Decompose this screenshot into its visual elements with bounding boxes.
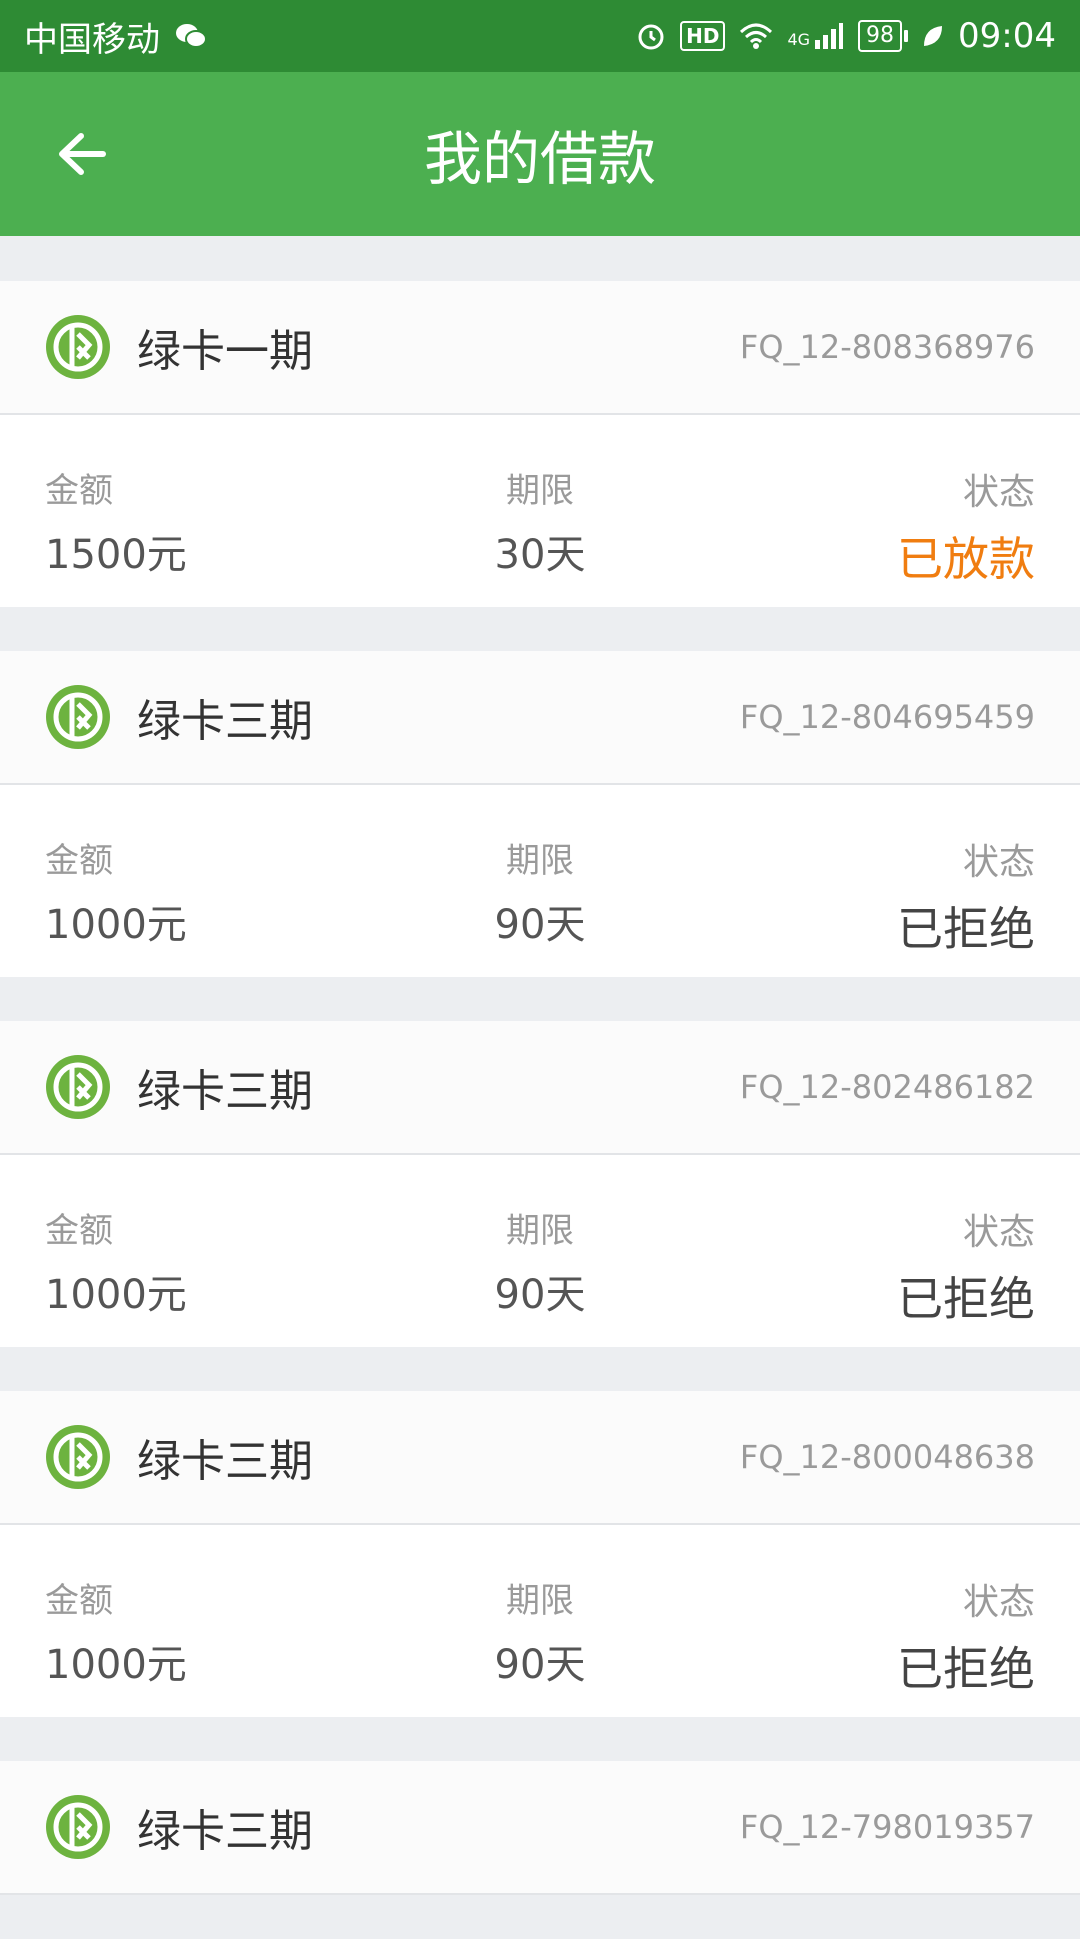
status-value: 已放款 — [897, 532, 1035, 586]
product-name: 绿卡一期 — [137, 326, 313, 377]
loan-card-header: 绿卡三期 FQ_12-800048638 — [0, 1391, 1080, 1525]
loan-id: FQ_12-800048638 — [739, 1438, 1035, 1476]
greencard-logo-icon — [46, 315, 110, 379]
loan-card[interactable]: 绿卡三期 FQ_12-804695459 金额 1000元 期限 90天 状态 已拒绝 — [0, 651, 1080, 977]
loan-id: FQ_12-804695459 — [739, 698, 1035, 736]
status-value: 已拒绝 — [897, 902, 1035, 956]
loan-card-header: 绿卡三期 FQ_12-804695459 — [0, 651, 1080, 785]
network-type: 4G — [787, 30, 811, 49]
greencard-logo-icon — [46, 1055, 110, 1119]
product-name: 绿卡三期 — [137, 1436, 313, 1487]
loan-id: FQ_12-798019357 — [739, 1808, 1035, 1846]
status-label: 状态 — [962, 1582, 1035, 1623]
leaf-icon — [922, 24, 944, 48]
signal-icon — [814, 22, 844, 50]
product-name: 绿卡三期 — [137, 1066, 313, 1117]
status-value: 已拒绝 — [897, 1272, 1035, 1326]
loan-id: FQ_12-802486182 — [739, 1068, 1035, 1106]
product-name: 绿卡三期 — [137, 696, 313, 747]
status-label: 状态 — [962, 1212, 1035, 1253]
loan-card-header: 绿卡一期 FQ_12-808368976 — [0, 281, 1080, 415]
greencard-logo-icon — [46, 1425, 110, 1489]
status-column: 状态已放款 — [897, 463, 1035, 589]
battery-icon: 98 — [858, 20, 909, 52]
loan-id: FQ_12-808368976 — [739, 328, 1035, 366]
battery-level: 98 — [858, 20, 903, 52]
wechat-icon — [174, 22, 208, 50]
loan-card-body: 金额 1000元 期限 90天 状态 已拒绝 — [0, 1525, 1080, 1717]
greencard-logo-icon — [46, 685, 110, 749]
loan-list: 绿卡一期 FQ_12-808368976 金额 1500元 期限 30天 状态 已放款 绿卡三期… — [0, 281, 1080, 1939]
loan-card-body: 金额 1500元 期限 30天 状态 已放款 — [0, 415, 1080, 607]
status-column: 状态已拒绝 — [897, 1203, 1035, 1329]
carrier-label: 中国移动 — [24, 19, 160, 60]
alarm-icon — [636, 21, 666, 51]
status-label: 状态 — [962, 842, 1035, 883]
loan-card-body: 金额 1000元 期限 90天 状态 已拒绝 — [0, 785, 1080, 977]
page-title: 我的借款 — [423, 125, 656, 193]
loan-card-header: 绿卡三期 FQ_12-798019357 — [0, 1761, 1080, 1895]
clock: 09:04 — [958, 16, 1056, 56]
loan-card[interactable]: 绿卡三期 FQ_12-798019357 — [0, 1761, 1080, 1895]
loan-card-body: 金额 1000元 期限 90天 状态 已拒绝 — [0, 1155, 1080, 1347]
loan-card-header: 绿卡三期 FQ_12-802486182 — [0, 1021, 1080, 1155]
product-name: 绿卡三期 — [137, 1806, 313, 1857]
status-bar: 中国移动 HD 4G 98 09:04 — [0, 0, 1080, 72]
app-bar: 我的借款 — [0, 72, 1080, 236]
loan-card[interactable]: 绿卡三期 FQ_12-802486182 金额 1000元 期限 90天 状态 已拒绝 — [0, 1021, 1080, 1347]
greencard-logo-icon — [46, 1795, 110, 1859]
status-column: 状态已拒绝 — [897, 833, 1035, 959]
status-label: 状态 — [962, 472, 1035, 513]
status-column: 状态已拒绝 — [897, 1573, 1035, 1699]
hd-icon: HD — [680, 21, 726, 51]
loan-card[interactable]: 绿卡三期 FQ_12-800048638 金额 1000元 期限 90天 状态 已拒绝 — [0, 1391, 1080, 1717]
wifi-icon — [739, 22, 773, 50]
loan-card[interactable]: 绿卡一期 FQ_12-808368976 金额 1500元 期限 30天 状态 已放款 — [0, 281, 1080, 607]
status-value: 已拒绝 — [897, 1642, 1035, 1696]
